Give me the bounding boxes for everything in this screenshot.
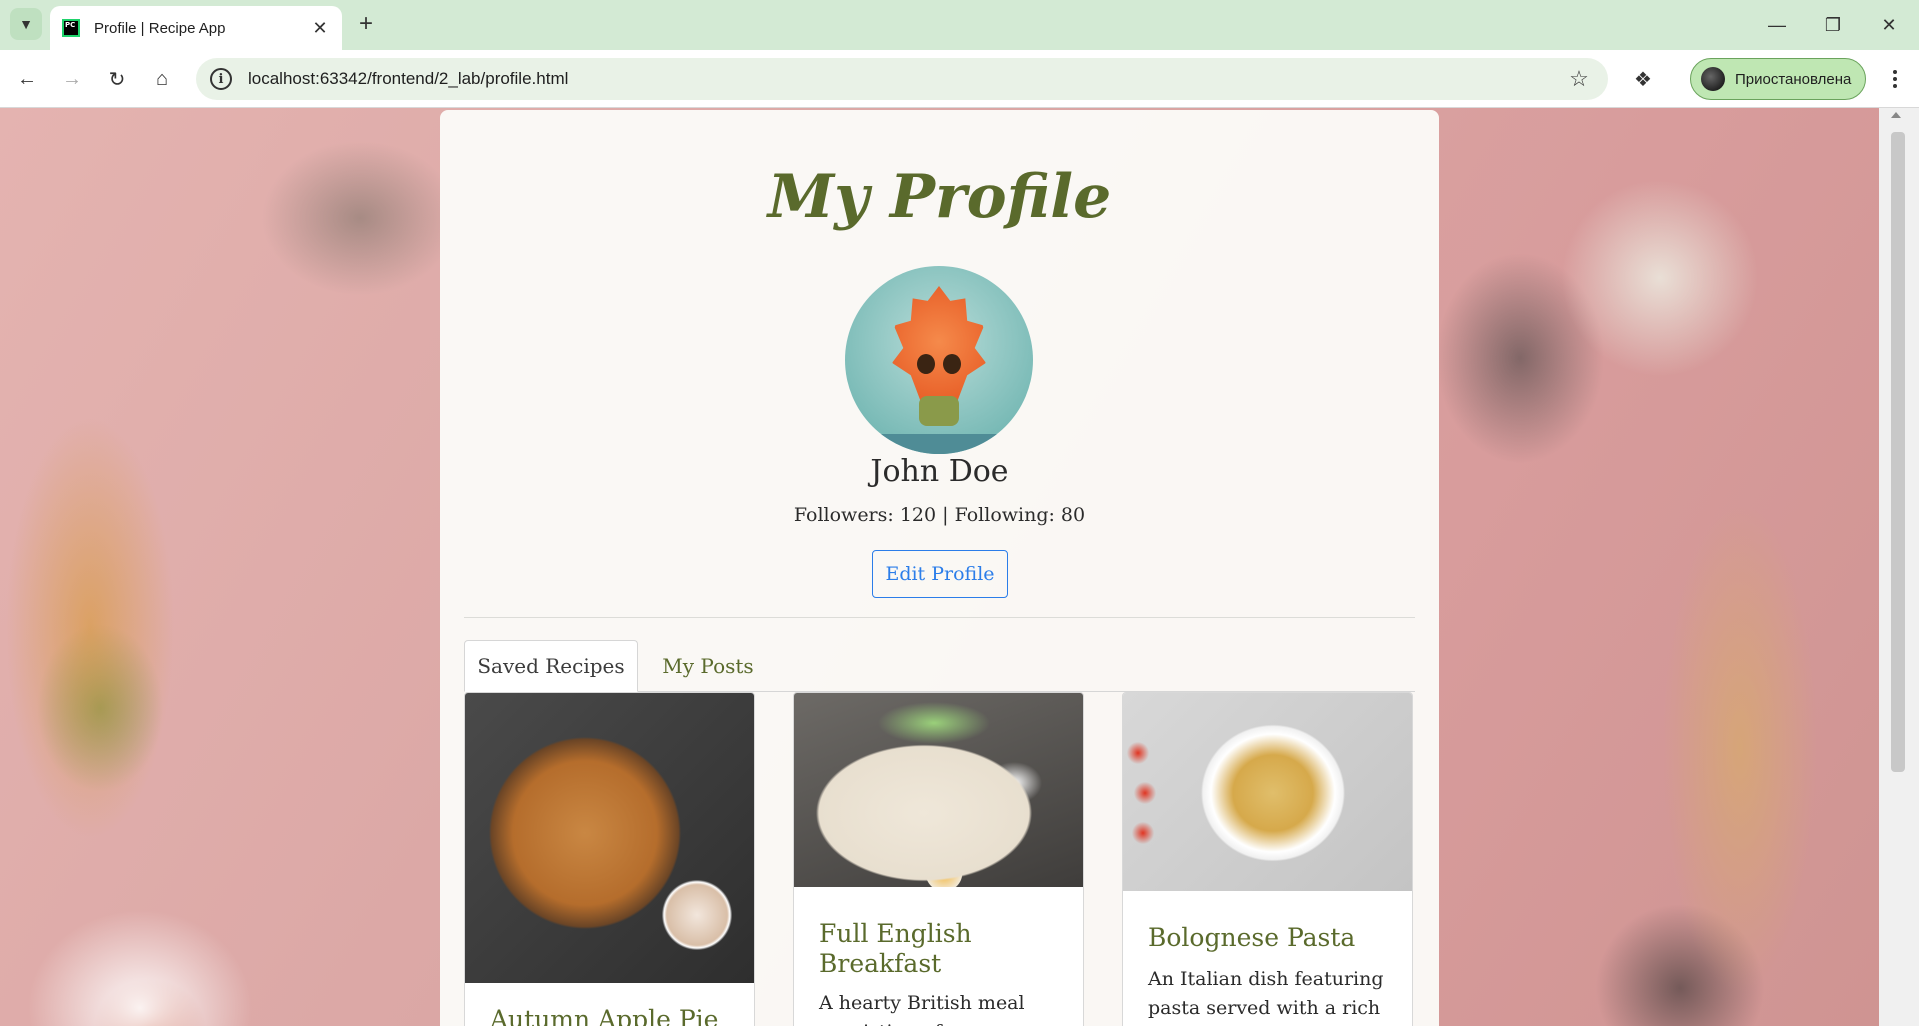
recipe-card[interactable]: Bolognese Pasta An Italian dish featurin… bbox=[1122, 692, 1413, 1026]
scrollbar-thumb[interactable] bbox=[1891, 132, 1905, 772]
recipe-description: A hearty British meal consisting of saus… bbox=[819, 992, 1041, 1026]
back-arrow-icon[interactable]: ← bbox=[12, 64, 42, 94]
scroll-up-arrow-icon[interactable] bbox=[1891, 112, 1901, 118]
profile-button[interactable]: Приостановлена bbox=[1690, 58, 1866, 100]
profile-container: My Profile John Doe Followers: 120 | Fol… bbox=[440, 110, 1439, 1026]
page-title: My Profile bbox=[767, 162, 1112, 232]
recipe-title[interactable]: Full English Breakfast bbox=[819, 919, 1069, 979]
recipe-image-english-breakfast bbox=[794, 693, 1083, 887]
recipe-title[interactable]: Bolognese Pasta bbox=[1148, 923, 1398, 953]
browser-menu-icon[interactable] bbox=[1880, 64, 1910, 94]
url-text[interactable]: localhost:63342/frontend/2_lab/profile.h… bbox=[248, 69, 1564, 89]
new-tab-button[interactable]: + bbox=[352, 10, 380, 38]
profile-tabs: Saved Recipes My Posts bbox=[464, 640, 1415, 692]
pycharm-favicon-icon: PC bbox=[62, 19, 80, 37]
minimize-icon[interactable]: — bbox=[1762, 10, 1792, 40]
address-bar[interactable]: i localhost:63342/frontend/2_lab/profile… bbox=[196, 58, 1608, 100]
edit-profile-button[interactable]: Edit Profile bbox=[872, 550, 1008, 598]
browser-toolbar: ← → ↻ ⌂ i localhost:63342/frontend/2_lab… bbox=[0, 50, 1919, 108]
reload-icon[interactable]: ↻ bbox=[102, 64, 132, 94]
tab-my-posts[interactable]: My Posts bbox=[638, 640, 778, 692]
recipe-image-bolognese bbox=[1123, 693, 1412, 891]
leaf-character bbox=[892, 286, 986, 410]
tab-search-button[interactable]: ▼ bbox=[10, 8, 42, 40]
divider bbox=[464, 617, 1415, 618]
profile-status-label: Приостановлена bbox=[1735, 70, 1852, 88]
follow-stats: Followers: 120 | Following: 80 bbox=[793, 504, 1086, 526]
bookmark-star-icon[interactable]: ☆ bbox=[1564, 66, 1594, 92]
user-name: John Doe bbox=[870, 454, 1009, 489]
tab-title: Profile | Recipe App bbox=[94, 19, 226, 37]
window-close-icon[interactable]: ✕ bbox=[1874, 10, 1904, 40]
chevron-down-icon: ▼ bbox=[19, 16, 33, 32]
recipe-card[interactable]: Autumn Apple Pie bbox=[464, 692, 755, 1026]
page-background: My Profile John Doe Followers: 120 | Fol… bbox=[0, 108, 1879, 1026]
forward-arrow-icon[interactable]: → bbox=[57, 64, 87, 94]
profile-avatar bbox=[1701, 67, 1725, 91]
home-icon[interactable]: ⌂ bbox=[147, 64, 177, 94]
recipe-description: An Italian dish featuring pasta served w… bbox=[1148, 968, 1384, 1019]
site-info-icon[interactable]: i bbox=[210, 68, 232, 90]
restore-icon[interactable]: ❐ bbox=[1818, 10, 1848, 40]
profile-avatar-image bbox=[845, 266, 1033, 454]
page-scrollbar[interactable] bbox=[1879, 108, 1919, 1026]
recipe-title[interactable]: Autumn Apple Pie bbox=[490, 1005, 740, 1026]
extensions-puzzle-icon[interactable]: ❖ bbox=[1628, 64, 1658, 94]
recipe-card[interactable]: Full English Breakfast A hearty British … bbox=[793, 692, 1084, 1026]
tab-saved-recipes[interactable]: Saved Recipes bbox=[464, 640, 638, 692]
browser-tab-strip: ▼ PC Profile | Recipe App ✕ + — ❐ ✕ bbox=[0, 0, 1919, 50]
recipe-image-apple-pie bbox=[465, 693, 754, 983]
close-icon[interactable]: ✕ bbox=[310, 18, 330, 39]
browser-tab[interactable]: PC Profile | Recipe App ✕ bbox=[50, 6, 342, 50]
